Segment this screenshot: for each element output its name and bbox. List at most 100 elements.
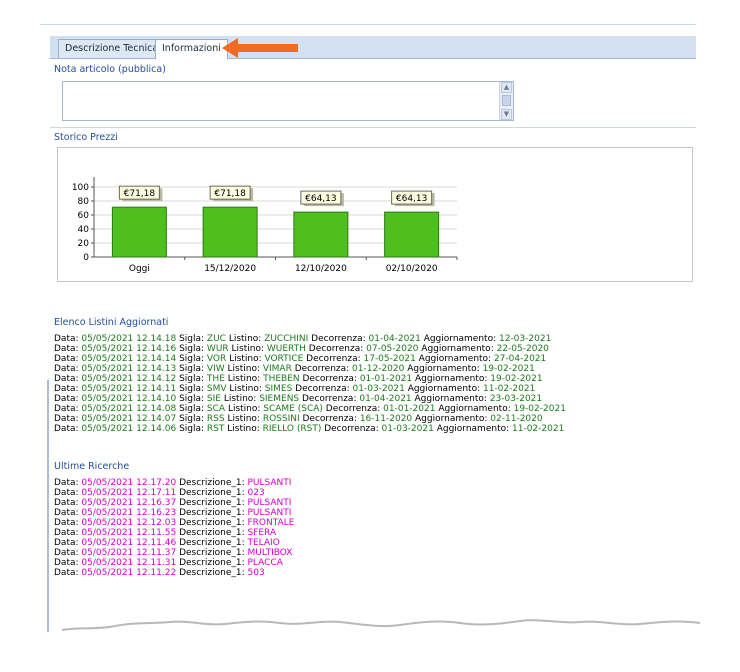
- field-value: 16-11-2020: [356, 414, 413, 424]
- field-value: 01-03-2021: [378, 424, 434, 434]
- field-value: THE: [204, 374, 225, 384]
- ricerca-row: Data: 05/05/2021 12.16.23 Descrizione_1:…: [54, 508, 294, 518]
- field-label: Data:: [54, 384, 79, 394]
- field-value: SCAME (SCA): [260, 404, 323, 414]
- field-label: Descrizione_1:: [176, 498, 245, 508]
- field-label: Sigla:: [176, 414, 205, 424]
- field-label: Data:: [54, 558, 79, 568]
- field-value: 01-03-2021: [349, 384, 405, 394]
- field-value: 07-05-2020: [363, 344, 419, 354]
- field-label: Sigla:: [176, 354, 205, 364]
- data-label: €64,13: [305, 194, 337, 204]
- listino-row: Data: 05/05/2021 12.14.07 Sigla: RSS Lis…: [54, 414, 566, 424]
- field-label: Data:: [54, 518, 79, 528]
- field-value: SMV: [204, 384, 227, 394]
- divider: [50, 127, 696, 128]
- field-label: Decorrenza:: [321, 424, 379, 434]
- scroll-thumb[interactable]: [502, 95, 511, 106]
- field-label: Listino:: [224, 424, 260, 434]
- field-value: 11-02-2021: [509, 424, 565, 434]
- nota-textarea[interactable]: ▲ ▼: [62, 81, 514, 121]
- field-label: Data:: [54, 334, 79, 344]
- field-value: 05/05/2021 12.14.13: [78, 364, 177, 374]
- y-tick-label: 20: [78, 239, 90, 249]
- y-tick-label: 60: [78, 211, 90, 221]
- field-value: 05/05/2021 12.14.07: [78, 414, 177, 424]
- price-history-chart: 0 20 40 60 80 100 €71,18 Oggi €71,18 15/12/2020 €6…: [72, 177, 458, 274]
- field-value: ROSSINI: [259, 414, 300, 424]
- ricerca-row: Data: 05/05/2021 12.11.55 Descrizione_1:…: [54, 528, 294, 538]
- field-label: Data:: [54, 354, 79, 364]
- field-label: Listino:: [226, 354, 262, 364]
- listino-row: Data: 05/05/2021 12.14.18 Sigla: ZUC Lis…: [54, 334, 566, 344]
- field-value: VIMAR: [259, 364, 292, 374]
- field-value: 05/05/2021 12.14.12: [78, 374, 177, 384]
- field-value: 023: [244, 488, 265, 498]
- field-value: SFERA: [244, 528, 277, 538]
- category-label: 02/10/2020: [386, 264, 438, 274]
- field-value: PULSANTI: [244, 508, 292, 518]
- field-value: 05/05/2021 12.14.08: [78, 404, 177, 414]
- category-label: 15/12/2020: [204, 264, 256, 274]
- field-label: Aggiornamento:: [420, 334, 497, 344]
- field-label: Listino:: [226, 384, 262, 394]
- field-label: Decorrenza:: [299, 374, 357, 384]
- field-label: Decorrenza:: [299, 394, 357, 404]
- field-value: 11-02-2021: [480, 384, 536, 394]
- field-value: 17-05-2021: [360, 354, 416, 364]
- field-value: 05/05/2021 12.14.10: [78, 394, 177, 404]
- field-value: 05/05/2021 12.14.18: [78, 334, 177, 344]
- field-value: SIEMENS: [256, 394, 300, 404]
- scroll-down-icon[interactable]: ▼: [501, 109, 512, 120]
- bar: [111, 206, 167, 258]
- listino-row: Data: 05/05/2021 12.14.11 Sigla: SMV Lis…: [54, 384, 566, 394]
- data-label: €64,13: [396, 194, 428, 204]
- bar: [202, 206, 258, 258]
- field-value: 05/05/2021 12.14.14: [78, 354, 177, 364]
- category-label: Oggi: [129, 264, 150, 274]
- field-label: Data:: [54, 364, 79, 374]
- field-label: Data:: [54, 508, 79, 518]
- field-label: Descrizione_1:: [176, 528, 245, 538]
- data-label: €71,18: [124, 189, 156, 199]
- y-tick-label: 40: [78, 225, 90, 235]
- field-label: Data:: [54, 538, 79, 548]
- field-value: PULSANTI: [244, 478, 292, 488]
- field-label: Aggiornamento:: [412, 414, 488, 424]
- field-label: Aggiornamento:: [415, 354, 492, 364]
- field-value: 05/05/2021 12.12.03: [78, 518, 177, 528]
- field-label: Sigla:: [176, 344, 205, 354]
- field-label: Descrizione_1:: [176, 558, 245, 568]
- field-label: Listino:: [225, 404, 261, 414]
- field-label: Data:: [54, 498, 79, 508]
- field-value: 19-02-2021: [510, 404, 566, 414]
- scroll-up-icon[interactable]: ▲: [501, 82, 512, 93]
- field-value: 12-03-2021: [496, 334, 552, 344]
- field-label: Descrizione_1:: [176, 548, 245, 558]
- nota-scrollbar[interactable]: ▲ ▼: [499, 82, 513, 120]
- tab-descrizione-tecnica[interactable]: Descrizione Tecnica: [58, 39, 166, 58]
- listino-row: Data: 05/05/2021 12.14.16 Sigla: WUR Lis…: [54, 344, 566, 354]
- field-value: 05/05/2021 12.14.16: [78, 344, 177, 354]
- field-value: 503: [244, 568, 265, 578]
- field-label: Data:: [54, 344, 79, 354]
- y-tick-label: 0: [83, 253, 89, 263]
- field-value: 01-01-2021: [380, 404, 436, 414]
- bar: [293, 211, 349, 258]
- field-label: Data:: [54, 404, 79, 414]
- field-label: Data:: [54, 568, 79, 578]
- field-value: SIE: [204, 394, 221, 404]
- listino-row: Data: 05/05/2021 12.14.06 Sigla: RST Lis…: [54, 424, 566, 434]
- field-label: Descrizione_1:: [176, 478, 245, 488]
- field-label: Aggiornamento:: [435, 404, 511, 414]
- tab-informazioni[interactable]: Informazioni: [155, 39, 228, 59]
- field-label: Data:: [54, 424, 79, 434]
- listino-row: Data: 05/05/2021 12.14.13 Sigla: VIW Lis…: [54, 364, 566, 374]
- field-label: Data:: [54, 488, 79, 498]
- field-label: Sigla:: [176, 404, 205, 414]
- field-value: 23-03-2021: [486, 394, 543, 404]
- field-value: 05/05/2021 12.11.22: [78, 568, 177, 578]
- field-value: 01-01-2021: [356, 374, 413, 384]
- field-value: 01-04-2021: [356, 394, 412, 404]
- field-label: Decorrenza:: [308, 334, 366, 344]
